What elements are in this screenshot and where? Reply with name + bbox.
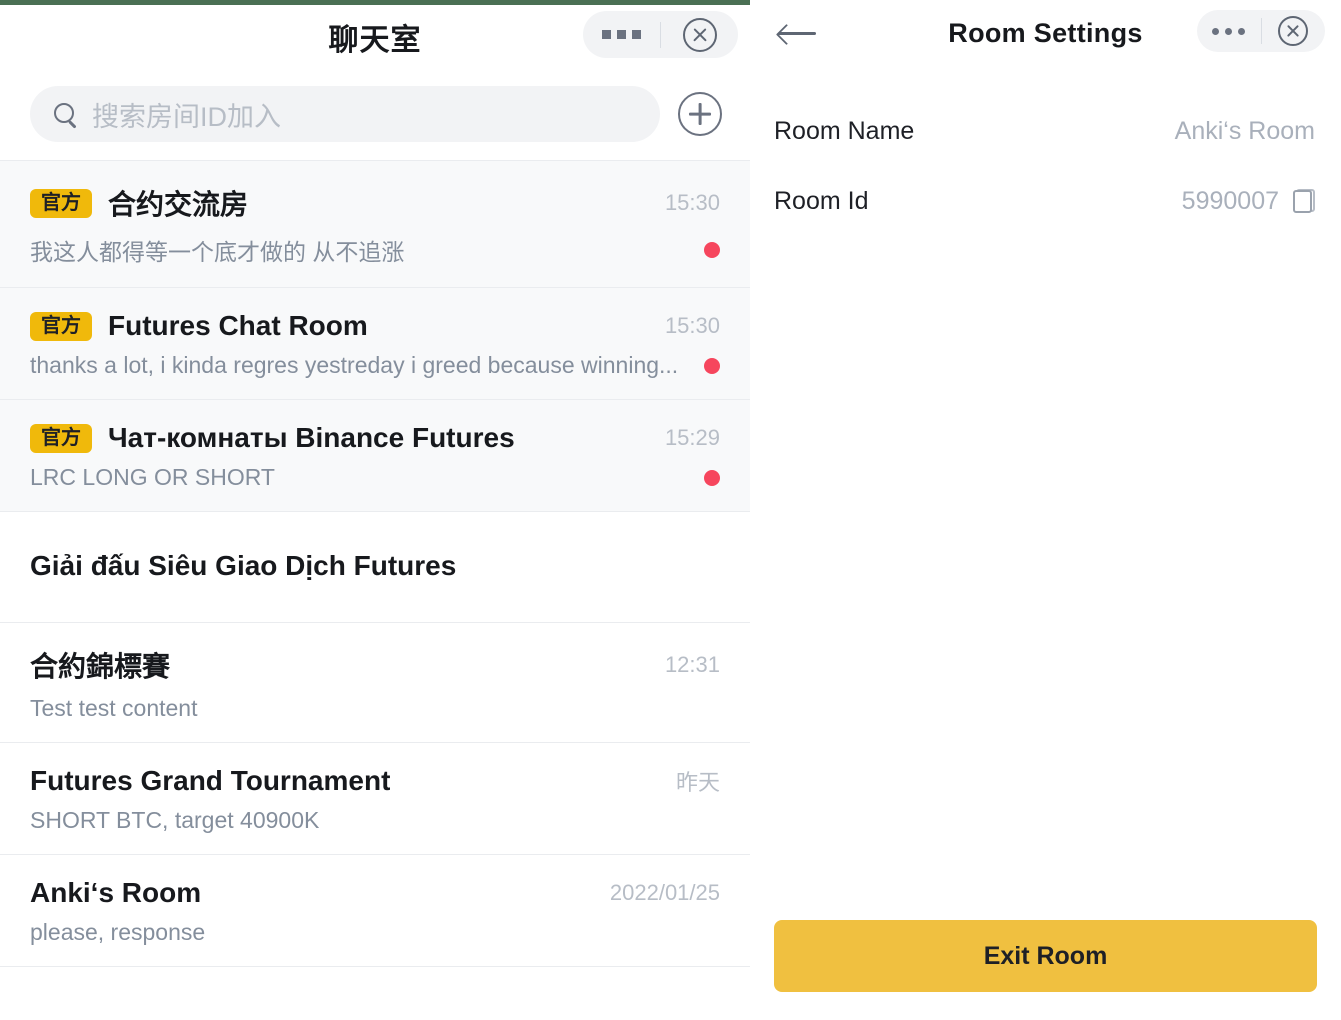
page-title: 聊天室 [328,23,422,57]
chat-list-item[interactable]: 官方 Futures Chat Room 15:30 thanks a lot,… [0,287,750,399]
chat-item-preview: thanks a lot, i kinda regres yestreday i… [30,352,679,378]
chat-list-item[interactable]: 官方 合约交流房 15:30 我这人都得等一个底才做的 从不追涨 [0,160,750,287]
exit-room-footer: Exit Room [750,920,1341,1020]
chat-item-footer: SHORT BTC, target 40900K [30,807,720,834]
chat-item-header: 官方 合约交流房 15:30 [30,183,720,223]
chat-item-name: 合約錦標賽 [30,651,171,682]
chat-item-footer: LRC LONG OR SHORT [30,464,720,491]
chat-list-item[interactable]: Futures Grand Tournament 昨天 SHORT BTC, t… [0,742,750,854]
app-screen: 聊天室 搜索房间ID加入 官方 合约交流房 15:30 我这人都得等一个底才做的… [0,0,1341,1020]
chat-item-time: 昨天 [675,770,720,795]
more-options-button[interactable] [583,11,660,58]
window-controls-pill [1197,10,1325,52]
chat-list-item[interactable]: 合約錦標賽 12:31 Test test content [0,622,750,742]
setting-value: 5990007 [1181,186,1279,215]
unread-indicator [704,357,720,374]
close-button[interactable] [1262,10,1326,52]
setting-label: Room Id [774,186,869,215]
chat-item-header: 合約錦標賽 12:31 [30,645,720,685]
unread-indicator [704,242,720,258]
chat-item-header: Anki‘s Room 2022/01/25 [30,877,720,909]
chat-item-name: Anki‘s Room [30,877,202,908]
chat-item-footer: Test test content [30,695,720,722]
chat-list-item[interactable]: 官方 Чат-комнаты Binance Futures 15:29 LRC… [0,399,750,511]
search-placeholder: 搜索房间ID加入 [92,101,281,132]
search-row: 搜索房间ID加入 [0,68,750,160]
chat-item-name: 合约交流房 [108,189,249,220]
close-circle-icon [682,17,717,52]
setting-value-wrap: Anki‘s Room [1175,117,1315,146]
chat-list-section-header[interactable]: Giải đấu Siêu Giao Dịch Futures [0,511,750,622]
unread-indicator [704,469,720,486]
chat-rooms-panel: 聊天室 搜索房间ID加入 官方 合约交流房 15:30 我这人都得等一个底才做的… [0,0,750,1020]
add-room-button[interactable] [678,92,722,136]
official-badge: 官方 [30,423,92,453]
official-badge: 官方 [30,188,92,218]
chat-item-header: 官方 Futures Chat Room 15:30 [30,310,720,342]
chat-item-time: 15:29 [664,425,720,450]
room-settings-body: Room Name Anki‘s Room Room Id 5990007 [750,66,1341,236]
close-circle-icon [1278,16,1309,46]
chat-item-time: 2022/01/25 [609,880,720,905]
setting-row-room-id[interactable]: Room Id 5990007 [774,166,1315,236]
chat-item-time: 15:30 [664,190,720,215]
more-horizontal-icon [1212,27,1246,35]
chat-item-footer: please, response [30,919,720,946]
chat-list-item[interactable]: Anki‘s Room 2022/01/25 please, response [0,854,750,966]
list-end-divider [0,966,750,967]
close-button[interactable] [661,11,738,58]
window-controls-pill [583,11,738,58]
chat-item-header: Futures Grand Tournament 昨天 [30,765,720,797]
search-icon [54,103,76,125]
chat-item-time: 12:31 [664,652,720,677]
chat-item-preview: please, response [30,919,206,945]
search-input[interactable]: 搜索房间ID加入 [30,86,660,142]
room-settings-panel: Room Settings Room Name Anki‘s Room Room [750,0,1341,1020]
official-badge: 官方 [30,311,92,341]
more-options-button[interactable] [1197,10,1261,52]
setting-value: Anki‘s Room [1174,116,1315,145]
chat-item-name: Futures Grand Tournament [30,765,391,796]
setting-row-room-name[interactable]: Room Name Anki‘s Room [774,96,1315,166]
chat-rooms-header: 聊天室 [0,5,750,68]
arrow-left-icon[interactable] [778,21,818,45]
more-horizontal-icon [602,30,641,39]
chat-item-preview: 我这人都得等一个底才做的 从不追涨 [30,239,405,265]
chat-item-name: Futures Chat Room [108,310,368,341]
copy-icon[interactable] [1293,189,1315,213]
section-header-label: Giải đấu Siêu Giao Dịch Futures [30,550,457,581]
room-settings-title: Room Settings [948,17,1143,48]
chat-item-name: Чат-комнаты Binance Futures [108,422,515,453]
chat-item-preview: Test test content [30,695,198,721]
chat-item-time: 15:30 [664,313,720,338]
chat-item-footer: thanks a lot, i kinda regres yestreday i… [30,352,720,379]
room-settings-header: Room Settings [750,0,1341,66]
chat-list: 官方 合约交流房 15:30 我这人都得等一个底才做的 从不追涨 官方 Futu… [0,160,750,967]
chat-item-preview: SHORT BTC, target 40900K [30,807,320,833]
setting-value-wrap: 5990007 [1182,187,1315,216]
chat-item-footer: 我这人都得等一个底才做的 从不追涨 [30,233,720,267]
exit-room-button[interactable]: Exit Room [774,920,1317,992]
setting-label: Room Name [774,116,915,145]
chat-item-header: 官方 Чат-комнаты Binance Futures 15:29 [30,422,720,454]
chat-item-preview: LRC LONG OR SHORT [30,464,275,490]
